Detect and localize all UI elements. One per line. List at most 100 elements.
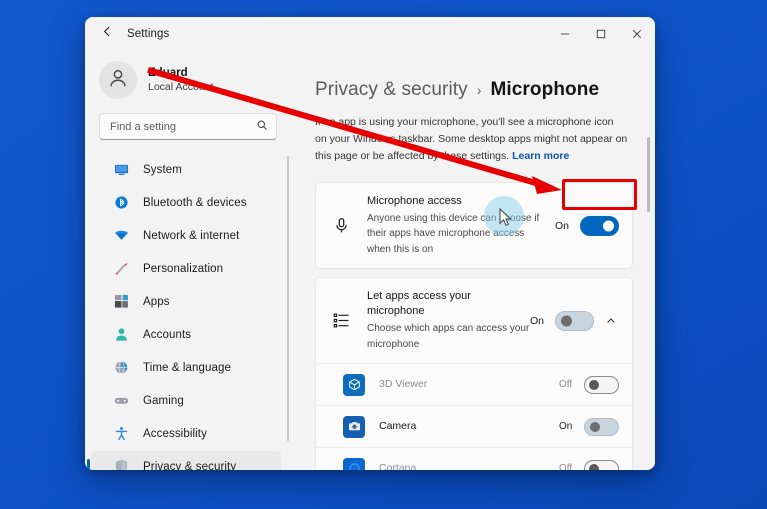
let-apps-access-row[interactable]: Let apps access your microphone Choose w… [316, 278, 632, 363]
sidebar-item-accessibility[interactable]: Accessibility [91, 418, 281, 449]
let-apps-access-subtitle: Choose which apps can access your microp… [367, 323, 530, 350]
search-box[interactable] [99, 113, 277, 140]
minimize-button[interactable] [547, 17, 583, 51]
app-permission-control: Off [559, 375, 619, 394]
let-apps-access-control: On [530, 310, 619, 331]
globe-clock-icon [113, 359, 130, 376]
person-icon [113, 326, 130, 343]
sidebar-item-bluetooth-devices[interactable]: Bluetooth & devices [91, 187, 281, 218]
page-description-text: If an app is using your microphone, you'… [315, 116, 628, 162]
account-name: Eduard [148, 66, 188, 79]
learn-more-link[interactable]: Learn more [512, 150, 569, 162]
app-permission-control: Off [559, 459, 619, 470]
window-controls [547, 17, 655, 51]
sidebar-item-label: System [143, 163, 182, 176]
microphone-access-toggle[interactable] [580, 215, 619, 236]
app-name: 3D Viewer [379, 378, 428, 391]
3d-viewer-icon [343, 373, 365, 396]
sidebar-nav: System Bluetooth & devices Network & int… [85, 154, 293, 470]
content-pane: Privacy & security › Microphone If an ap… [293, 51, 655, 470]
window-title: Settings [127, 28, 170, 40]
sidebar: Eduard Local Account Find a setting Syst… [85, 51, 293, 470]
app-state-label: Off [559, 379, 573, 391]
let-apps-access-toggle[interactable] [555, 310, 594, 331]
sidebar-item-label: Accounts [143, 328, 192, 341]
list-item[interactable]: Camera On [316, 406, 632, 449]
camera-icon [343, 415, 365, 438]
sidebar-item-label: Gaming [143, 394, 184, 407]
window-body: Eduard Local Account Find a setting Syst… [85, 51, 655, 470]
sidebar-item-accounts[interactable]: Accounts [91, 319, 281, 350]
app-toggle[interactable] [584, 417, 619, 436]
close-button[interactable] [619, 17, 655, 51]
wifi-icon [113, 227, 130, 244]
sidebar-item-label: Time & language [143, 361, 232, 374]
sidebar-item-privacy-security[interactable]: Privacy & security [87, 451, 281, 471]
gamepad-icon [113, 392, 130, 409]
person-avatar-icon [107, 67, 129, 94]
microphone-access-control: On [555, 215, 619, 236]
sidebar-scrollbar[interactable] [287, 156, 289, 441]
microphone-access-text: Microphone access Anyone using this devi… [367, 194, 555, 257]
sidebar-item-apps[interactable]: Apps [91, 286, 281, 317]
back-button[interactable] [93, 22, 121, 46]
app-permission-control: On [559, 417, 619, 436]
sidebar-item-label: Privacy & security [143, 460, 237, 471]
page-description: If an app is using your microphone, you'… [315, 114, 628, 165]
avatar [99, 61, 137, 99]
sidebar-item-system[interactable]: System [91, 154, 281, 185]
app-state-label: On [559, 421, 573, 433]
search-input[interactable] [110, 120, 256, 133]
breadcrumb-separator-icon: › [476, 82, 482, 98]
settings-cards: Microphone access Anyone using this devi… [315, 182, 655, 470]
sidebar-item-label: Network & internet [143, 229, 240, 242]
account-text: Eduard Local Account [148, 66, 213, 95]
sidebar-item-label: Bluetooth & devices [143, 196, 247, 209]
let-apps-access-state-label: On [530, 314, 545, 327]
microphone-access-card: Microphone access Anyone using this devi… [315, 182, 633, 270]
microphone-access-row[interactable]: Microphone access Anyone using this devi… [316, 183, 632, 268]
breadcrumb-parent[interactable]: Privacy & security [315, 79, 468, 101]
list-item[interactable]: 3D Viewer Off [316, 364, 632, 407]
sidebar-item-gaming[interactable]: Gaming [91, 385, 281, 416]
title-bar: Settings [85, 17, 655, 51]
app-permission-list: 3D Viewer Off Camera On Cortana Off [316, 363, 632, 470]
app-toggle[interactable] [584, 375, 619, 394]
accessibility-person-icon [113, 425, 130, 442]
microphone-access-state-label: On [555, 219, 570, 232]
sidebar-item-label: Apps [143, 295, 170, 308]
sidebar-item-label: Personalization [143, 262, 224, 275]
let-apps-access-card: Let apps access your microphone Choose w… [315, 277, 633, 470]
page-title: Microphone [490, 79, 600, 100]
breadcrumb: Privacy & security › Microphone [315, 79, 655, 101]
app-list-icon [330, 312, 352, 329]
app-toggle[interactable] [584, 459, 619, 470]
search-wrapper [85, 113, 293, 140]
let-apps-access-title: Let apps access your microphone [367, 290, 471, 318]
account-subtitle: Local Account [148, 81, 214, 94]
settings-window: Settings Eduard Local Account Find a set… [85, 17, 655, 470]
sidebar-item-network-internet[interactable]: Network & internet [91, 220, 281, 251]
paintbrush-icon [113, 260, 130, 277]
let-apps-access-text: Let apps access your microphone Choose w… [367, 289, 530, 352]
microphone-access-subtitle: Anyone using this device can choose if t… [367, 212, 540, 255]
search-icon[interactable] [256, 118, 268, 136]
cortana-icon [343, 457, 365, 470]
bluetooth-icon [113, 194, 130, 211]
app-name: Cortana [379, 462, 417, 470]
content-scrollbar[interactable] [647, 137, 650, 212]
monitor-icon [113, 161, 130, 178]
back-arrow-icon [101, 25, 114, 43]
shield-icon [113, 458, 130, 470]
app-name: Camera [379, 420, 417, 433]
sidebar-item-time-language[interactable]: Time & language [91, 352, 281, 383]
app-state-label: Off [559, 463, 573, 470]
microphone-access-title: Microphone access [367, 195, 462, 207]
apps-grid-icon [113, 293, 130, 310]
sidebar-item-personalization[interactable]: Personalization [91, 253, 281, 284]
chevron-up-icon[interactable] [603, 316, 619, 326]
microphone-icon [330, 217, 352, 234]
account-section[interactable]: Eduard Local Account [85, 55, 293, 105]
list-item[interactable]: Cortana Off [316, 448, 632, 470]
maximize-button[interactable] [583, 17, 619, 51]
